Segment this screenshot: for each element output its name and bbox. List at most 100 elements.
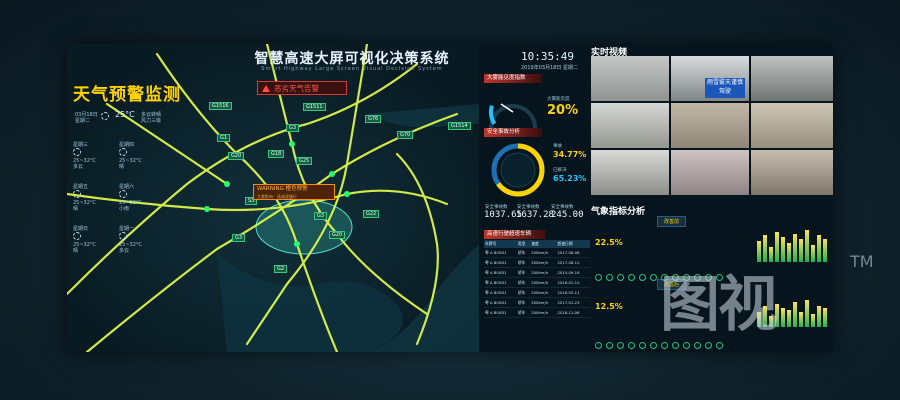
cell: 粤 A BO831	[484, 277, 517, 288]
cell: 轿车	[516, 248, 531, 258]
road-label[interactable]: G18	[268, 150, 285, 158]
metric-bar	[787, 309, 791, 327]
video-feed-9[interactable]	[751, 150, 833, 195]
road-label[interactable]: G20	[228, 152, 245, 160]
cell: 200km/h	[530, 287, 557, 298]
cloud-sun-icon	[101, 112, 109, 120]
caution-sign: 雨雪雾天谨慎驾驶	[705, 78, 745, 98]
tab-before[interactable]: 改善前	[657, 216, 687, 227]
video-feed-3[interactable]	[751, 56, 833, 101]
sun-icon	[73, 148, 81, 156]
cell: 粤 A BO831	[484, 257, 517, 268]
cell: 粤 A BO831	[484, 267, 517, 278]
weather-section-title: 天气预警监测	[73, 85, 181, 105]
cell: 2016-01-10	[556, 277, 590, 288]
sun-icon	[119, 190, 127, 198]
stat-value: 1637.28	[516, 210, 554, 220]
date-label: 2019年03月18日 星期二	[521, 65, 579, 71]
cell: 2018-11-06	[556, 307, 590, 318]
cell: 粤 A BO831	[484, 297, 517, 308]
cell: 轿车	[516, 307, 531, 318]
metric-bar	[811, 244, 815, 262]
warning-title: WARNING 橙色预警	[257, 186, 308, 192]
cell: 2017-06-08	[556, 248, 590, 258]
weather-temp: 25°C	[115, 110, 135, 119]
trademark-mark: TM	[850, 252, 874, 271]
video-feed-4[interactable]	[591, 103, 669, 148]
weather-current: 03月18日 星期二	[75, 112, 98, 124]
road-label[interactable]: G1516	[209, 102, 232, 110]
metric-bar	[817, 306, 821, 327]
cell: 200km/h	[530, 248, 557, 258]
metric-bar	[781, 308, 785, 327]
col-type: 类型	[516, 240, 531, 248]
forecast-item: 星期四 25~32°C 晴	[119, 142, 142, 170]
cell: 200km/h	[530, 267, 557, 278]
visibility-section-head: 大雾能见度指数	[484, 74, 542, 83]
page-subtitle: Smart Highway Large Screen Visual Decisi…	[261, 66, 443, 72]
metric-bar	[805, 229, 809, 262]
sun-icon	[119, 232, 127, 240]
road-label[interactable]: G76	[365, 115, 382, 123]
pct-before: 22.5%	[595, 238, 623, 247]
video-feed-2[interactable]: 雨雪雾天谨慎驾驶	[671, 56, 749, 101]
cell: 轿车	[516, 257, 531, 268]
road-label[interactable]: G25	[296, 157, 313, 165]
sun-icon	[73, 232, 81, 240]
road-label[interactable]: G3	[286, 124, 300, 132]
cell: 2017-01-23	[556, 297, 590, 308]
forecast-desc: 晴	[73, 206, 79, 212]
table-row[interactable]: 粤 A BO831 轿车 200km/h 2015-09-16	[484, 267, 590, 278]
legend-label: 事故	[553, 144, 562, 149]
video-feed-1[interactable]	[591, 56, 669, 101]
metric-bar	[781, 237, 785, 262]
road-label[interactable]: G1	[217, 134, 231, 142]
orange-warning-box[interactable]: WARNING 橙色预警 大雾影响 · 请减速慢行	[253, 184, 335, 200]
severe-weather-alert[interactable]: 恶劣天气告警	[257, 81, 347, 95]
video-feed-6[interactable]	[751, 103, 833, 148]
metric-bar	[823, 239, 827, 262]
cell: 200km/h	[530, 307, 557, 318]
road-label[interactable]: G1514	[448, 122, 471, 130]
road-label[interactable]: G3	[314, 212, 328, 220]
speeding-table-head: 高速行驶超速车辆	[484, 230, 546, 239]
cell: 粤 A BO831	[484, 248, 517, 258]
metric-bar	[817, 235, 821, 262]
road-label[interactable]: G70	[397, 131, 414, 139]
metric-bar	[793, 233, 797, 262]
col-plate: 车牌号	[484, 240, 517, 248]
forecast-item: 星期一 25~32°C 多云	[119, 226, 142, 254]
speeding-table: 车牌号 类型 速度 超速日期 粤 A BO831 轿车 200km/h 2017-06…	[484, 240, 590, 318]
safety-donut[interactable]	[488, 140, 548, 200]
cell: 2015-09-16	[556, 267, 590, 278]
metric-bar	[823, 308, 827, 327]
forecast-desc: 晴	[119, 164, 125, 170]
watermark-logo: 图视	[660, 270, 778, 340]
sun-icon	[73, 190, 81, 198]
road-label[interactable]: G20	[329, 231, 346, 239]
road-label[interactable]: G1511	[303, 103, 326, 111]
table-row[interactable]: 粤 A BO831 轿车 200km/h 2016-05-11	[484, 287, 590, 298]
metric-bar	[787, 243, 791, 262]
road-label[interactable]: G22	[363, 210, 380, 218]
table-row[interactable]: 粤 A BO831 轿车 200km/h 2017-06-08	[484, 248, 590, 258]
metrics-section-title: 气象指标分析	[591, 207, 646, 217]
cell: 粤 A BO831	[484, 307, 517, 318]
forecast-item: 星期五 25~32°C 晴	[73, 184, 96, 212]
safety-section-head: 安全事故分析	[484, 128, 542, 137]
table-row[interactable]: 粤 A BO831 轿车 200km/h 2017-08-12	[484, 257, 590, 268]
video-feed-5[interactable]	[671, 103, 749, 148]
road-label[interactable]: G2	[274, 265, 288, 273]
road-label[interactable]: G3	[232, 234, 246, 242]
col-speed: 速度	[530, 240, 557, 248]
table-row[interactable]: 粤 A BO831 轿车 200km/h 2018-11-06	[484, 307, 590, 318]
metric-bar	[811, 313, 815, 327]
table-row[interactable]: 粤 A BO831 轿车 200km/h 2016-01-10	[484, 277, 590, 288]
table-row[interactable]: 粤 A BO831 轿车 200km/h 2017-01-23	[484, 297, 590, 308]
warning-icon	[262, 84, 270, 92]
forecast-item: 星期三 25~32°C 多云	[73, 142, 96, 170]
cell: 200km/h	[530, 277, 557, 288]
video-feed-8[interactable]	[671, 150, 749, 195]
weather-current-icon	[101, 112, 109, 122]
video-feed-7[interactable]	[591, 150, 669, 195]
